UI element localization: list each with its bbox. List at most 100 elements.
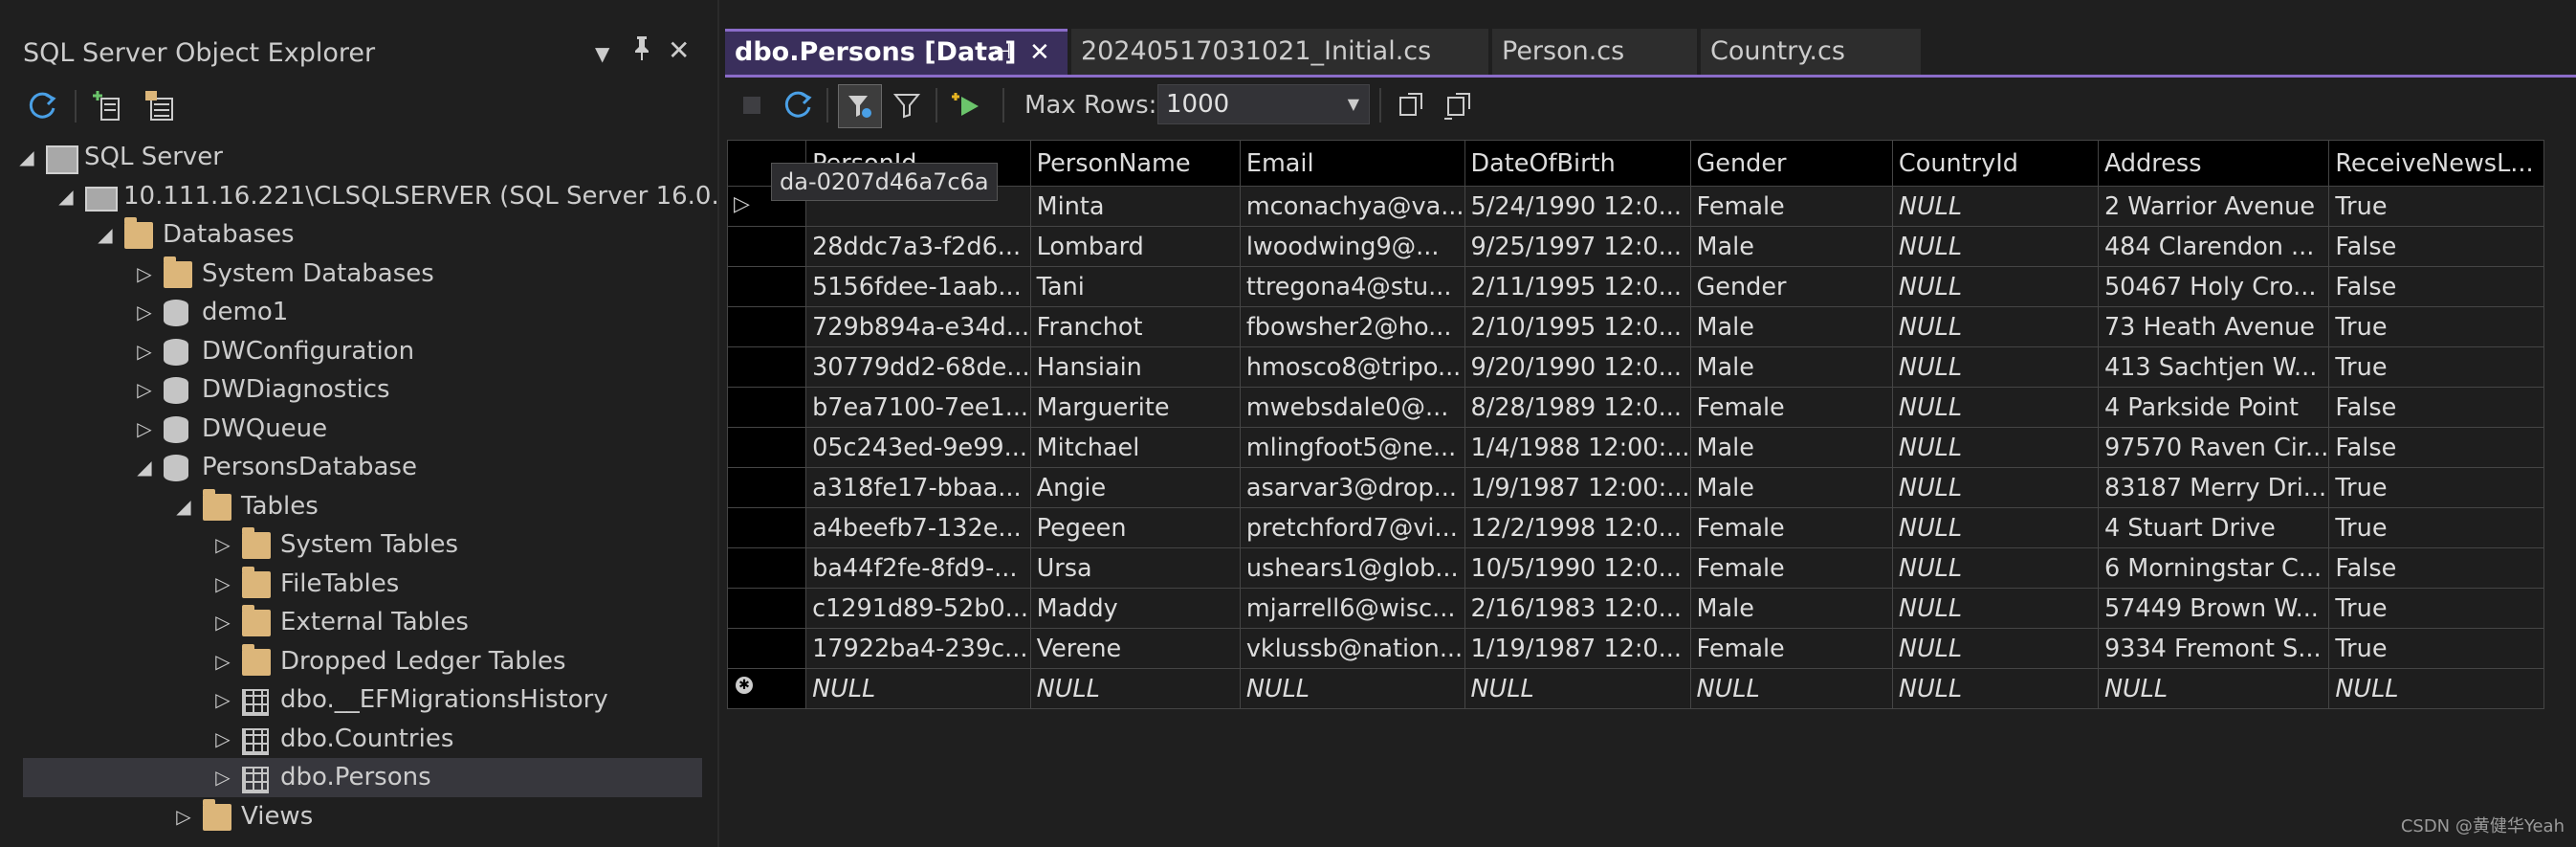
table-cell[interactable]: 729b894a-e34d... bbox=[805, 306, 1031, 347]
new-query-icon[interactable] bbox=[142, 87, 180, 125]
table-cell[interactable]: Verene bbox=[1029, 628, 1241, 669]
row-header[interactable] bbox=[726, 467, 807, 508]
row-header[interactable] bbox=[726, 547, 807, 589]
tree-node-personsdatabase[interactable]: ◢ PersonsDatabase bbox=[23, 448, 702, 487]
table-cell[interactable]: 9334 Fremont S... bbox=[2097, 628, 2330, 669]
table-cell[interactable]: Marguerite bbox=[1029, 387, 1241, 428]
table-cell[interactable]: 50467 Holy Cro... bbox=[2097, 266, 2330, 307]
expand-icon[interactable]: ▷ bbox=[133, 255, 156, 294]
script-execute-icon[interactable] bbox=[947, 84, 989, 126]
expand-icon[interactable]: ▷ bbox=[211, 565, 234, 604]
table-cell[interactable]: True bbox=[2328, 628, 2544, 669]
table-cell[interactable]: False bbox=[2328, 547, 2544, 589]
table-cell[interactable]: NULL bbox=[1891, 306, 2099, 347]
tree-node-databases[interactable]: ◢ Databases bbox=[23, 215, 702, 255]
table-cell[interactable]: mjarrell6@wisc... bbox=[1239, 588, 1465, 629]
tree-node-sql-server[interactable]: ◢ SQL Server bbox=[19, 138, 702, 177]
row-header[interactable] bbox=[726, 588, 807, 629]
tab-initial-migration[interactable]: 20240517031021_Initial.cs bbox=[1071, 29, 1488, 75]
pin-icon[interactable]: ⊣ bbox=[993, 32, 1011, 74]
row-header[interactable]: ✱ bbox=[726, 668, 807, 709]
table-cell[interactable]: 1/9/1987 12:00:... bbox=[1464, 467, 1691, 508]
row-header[interactable] bbox=[726, 346, 807, 388]
table-cell[interactable]: c1291d89-52b0... bbox=[805, 588, 1031, 629]
table-cell[interactable]: NULL bbox=[1891, 186, 2099, 227]
table-cell[interactable]: Female bbox=[1689, 387, 1893, 428]
table-cell[interactable]: mlingfoot5@ne... bbox=[1239, 427, 1465, 468]
expand-icon[interactable]: ▷ bbox=[211, 525, 234, 565]
table-cell[interactable]: 97570 Raven Cir... bbox=[2097, 427, 2330, 468]
table-cell[interactable]: Pegeen bbox=[1029, 507, 1241, 548]
table-cell[interactable]: 57449 Brown W... bbox=[2097, 588, 2330, 629]
table-cell[interactable]: Female bbox=[1689, 547, 1893, 589]
column-header[interactable]: PersonName bbox=[1029, 140, 1241, 187]
table-cell[interactable]: 1/4/1988 12:00:... bbox=[1464, 427, 1691, 468]
table-cell[interactable]: NULL bbox=[1891, 226, 2099, 267]
table-cell[interactable]: NULL bbox=[1891, 467, 2099, 508]
row-header[interactable] bbox=[726, 628, 807, 669]
table-cell[interactable]: ttregona4@stu... bbox=[1239, 266, 1465, 307]
tree-node-dwconfiguration[interactable]: ▷ DWConfiguration bbox=[23, 332, 702, 371]
table-cell[interactable]: Male bbox=[1689, 467, 1893, 508]
column-header[interactable]: CountryId bbox=[1891, 140, 2099, 187]
table-cell[interactable]: NULL bbox=[1891, 346, 2099, 388]
new-row-cell[interactable]: NULL bbox=[805, 668, 1031, 709]
max-rows-select[interactable]: 1000 ▼ bbox=[1157, 84, 1370, 124]
collapse-icon[interactable]: ◢ bbox=[172, 487, 195, 526]
table-cell[interactable]: NULL bbox=[1891, 628, 2099, 669]
table-cell[interactable]: Maddy bbox=[1029, 588, 1241, 629]
dropdown-icon[interactable]: ▼ bbox=[595, 42, 609, 65]
table-cell[interactable]: 17922ba4-239c... bbox=[805, 628, 1031, 669]
table-cell[interactable]: True bbox=[2328, 588, 2544, 629]
tree-node-system-tables[interactable]: ▷ System Tables bbox=[23, 525, 702, 565]
table-cell[interactable]: 73 Heath Avenue bbox=[2097, 306, 2330, 347]
table-cell[interactable]: 9/20/1990 12:0... bbox=[1464, 346, 1691, 388]
table-cell[interactable]: NULL bbox=[1891, 427, 2099, 468]
table-cell[interactable]: mwebsdale0@... bbox=[1239, 387, 1465, 428]
table-cell[interactable]: Franchot bbox=[1029, 306, 1241, 347]
column-header[interactable]: Gender bbox=[1689, 140, 1893, 187]
table-cell[interactable]: Mitchael bbox=[1029, 427, 1241, 468]
pin-icon[interactable] bbox=[631, 34, 652, 68]
table-cell[interactable]: False bbox=[2328, 266, 2544, 307]
table-cell[interactable]: 5/24/1990 12:0... bbox=[1464, 186, 1691, 227]
tab-country-cs[interactable]: Country.cs bbox=[1701, 29, 1921, 75]
table-cell[interactable]: NULL bbox=[1891, 507, 2099, 548]
column-header[interactable]: DateOfBirth bbox=[1464, 140, 1691, 187]
table-cell[interactable]: 4 Parkside Point bbox=[2097, 387, 2330, 428]
table-cell[interactable]: Female bbox=[1689, 628, 1893, 669]
tree-node-dropped-ledger-tables[interactable]: ▷ Dropped Ledger Tables bbox=[23, 642, 702, 681]
close-icon[interactable]: ✕ bbox=[668, 34, 690, 66]
table-cell[interactable]: True bbox=[2328, 346, 2544, 388]
table-cell[interactable]: Male bbox=[1689, 588, 1893, 629]
table-cell[interactable]: Male bbox=[1689, 306, 1893, 347]
sort-filter-icon[interactable] bbox=[838, 84, 882, 128]
table-cell[interactable]: 5156fdee-1aab... bbox=[805, 266, 1031, 307]
new-row-cell[interactable]: NULL bbox=[1029, 668, 1241, 709]
tree-node-10-111-16-221-clsqlserver-sql-server-16-0[interactable]: ◢ 10.111.16.221\CLSQLSERVER (SQL Server 1… bbox=[23, 177, 719, 216]
row-header[interactable] bbox=[726, 387, 807, 428]
collapse-icon[interactable]: ◢ bbox=[15, 138, 38, 177]
tab-persons-data[interactable]: dbo.Persons [Data] ⊣ ✕ bbox=[725, 29, 1068, 75]
refresh-icon[interactable] bbox=[777, 84, 819, 126]
column-header[interactable]: Email bbox=[1239, 140, 1465, 187]
table-cell[interactable]: True bbox=[2328, 467, 2544, 508]
tree-node-external-tables[interactable]: ▷ External Tables bbox=[23, 603, 702, 642]
table-cell[interactable]: 1/19/1987 12:0... bbox=[1464, 628, 1691, 669]
row-header[interactable] bbox=[726, 226, 807, 267]
tree-node-dbo-countries[interactable]: ▷ dbo.Countries bbox=[23, 720, 702, 759]
expand-icon[interactable]: ▷ bbox=[133, 370, 156, 410]
table-cell[interactable]: hmosco8@tripo... bbox=[1239, 346, 1465, 388]
column-header[interactable]: ReceiveNewsL... bbox=[2328, 140, 2544, 187]
table-cell[interactable]: Ursa bbox=[1029, 547, 1241, 589]
tree-node-dwdiagnostics[interactable]: ▷ DWDiagnostics bbox=[23, 370, 702, 410]
new-row-cell[interactable]: NULL bbox=[1239, 668, 1465, 709]
table-cell[interactable]: 83187 Merry Dri... bbox=[2097, 467, 2330, 508]
new-row-cell[interactable]: NULL bbox=[1689, 668, 1893, 709]
expand-icon[interactable]: ▷ bbox=[133, 332, 156, 371]
new-row-cell[interactable]: NULL bbox=[1891, 668, 2099, 709]
tab-person-cs[interactable]: Person.cs bbox=[1492, 29, 1697, 75]
table-cell[interactable]: asarvar3@drop... bbox=[1239, 467, 1465, 508]
table-cell[interactable]: Lombard bbox=[1029, 226, 1241, 267]
table-cell[interactable]: NULL bbox=[1891, 266, 2099, 307]
